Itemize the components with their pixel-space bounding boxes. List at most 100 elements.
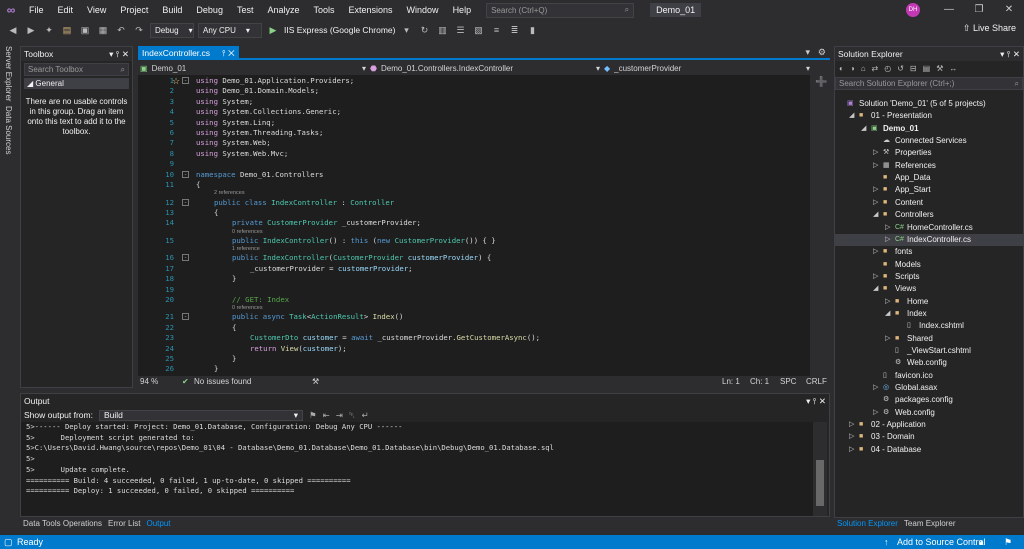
code-cleanup-icon[interactable]: ⚒ [312, 377, 319, 386]
pending-changes-icon[interactable]: ◴ [884, 64, 891, 73]
tree-item[interactable]: ◢ ■ Views [835, 283, 1023, 295]
close-icon[interactable]: ✕ [228, 48, 234, 58]
expanded-arrow-icon[interactable]: ◢ [861, 123, 869, 135]
collapsed-arrow-icon[interactable]: ▷ [873, 147, 881, 159]
chevron-up-icon[interactable]: ▴ [979, 537, 984, 548]
tree-item[interactable]: ◢ ■ 01 - Presentation [835, 110, 1023, 122]
toolbox-group-general[interactable]: ◢ General [24, 78, 129, 89]
tree-item[interactable]: ⚙ Web.config [835, 357, 1023, 369]
split-editor-icon[interactable]: ➕ [815, 77, 827, 88]
maximize-button[interactable]: ❐ [964, 0, 994, 20]
preview-icon[interactable]: ↔ [949, 64, 957, 73]
solution-search-input[interactable]: Search Solution Explorer (Ctrl+;) ⌕ [835, 77, 1023, 90]
pin-icon[interactable]: ⫯ [1007, 49, 1011, 59]
collapsed-arrow-icon[interactable]: ▷ [873, 160, 881, 172]
menu-item-view[interactable]: View [80, 0, 113, 20]
run-icon[interactable]: ▶ [266, 23, 280, 37]
find-message-icon[interactable]: ⚑ [309, 410, 317, 421]
refresh-icon[interactable]: ↻ [417, 23, 431, 37]
tree-item[interactable]: ▷ ■ Scripts [835, 271, 1023, 283]
close-icon[interactable]: ✕ [122, 49, 129, 59]
dropdown-icon[interactable]: ▾ [1000, 49, 1004, 59]
class-dropdown[interactable]: ⬣ Demo_01.Controllers.IndexController ▾ [370, 63, 600, 74]
tree-item[interactable]: ◢ ■ Index [835, 308, 1023, 320]
save-icon[interactable]: ▣ [78, 23, 92, 37]
collapsed-arrow-icon[interactable]: ▷ [885, 333, 893, 345]
new-item-icon[interactable]: ✦ [42, 23, 56, 37]
expanded-arrow-icon[interactable]: ◢ [885, 308, 893, 320]
project-dropdown[interactable]: ▣ Demo_01 ▾ [140, 63, 366, 74]
collapse-all-icon[interactable]: ⊟ [910, 64, 917, 73]
collapsed-arrow-icon[interactable]: ▷ [873, 271, 881, 283]
toolbar-extra-icon[interactable]: ☰ [453, 23, 467, 37]
uncomment-icon[interactable]: ≣ [507, 23, 521, 37]
menu-item-window[interactable]: Window [400, 0, 446, 20]
next-message-icon[interactable]: ⇥ [336, 410, 343, 421]
properties-wrench-icon[interactable]: ⚒ [936, 64, 943, 73]
server-explorer-tab[interactable]: Server Explorer [4, 46, 13, 102]
search-input[interactable]: Search (Ctrl+Q) ⌕ [486, 2, 635, 18]
output-scrollbar[interactable] [813, 422, 827, 516]
collapsed-arrow-icon[interactable]: ▷ [885, 222, 893, 234]
menu-item-test[interactable]: Test [230, 0, 261, 20]
run-target-button[interactable]: IIS Express (Google Chrome) [284, 25, 395, 35]
redo-icon[interactable]: ↷ [132, 23, 146, 37]
tree-item[interactable]: ▷ ■ Shared [835, 333, 1023, 345]
switch-views-icon[interactable]: ⇄ [872, 64, 879, 73]
tree-item[interactable]: ▷ ■ Content [835, 197, 1023, 209]
tree-item[interactable]: ☁ Connected Services [835, 135, 1023, 147]
close-icon[interactable]: ✕ [819, 396, 826, 406]
live-share-button[interactable]: ⇧ Live Share [963, 23, 1016, 34]
tab-solution-explorer[interactable]: Solution Explorer [834, 517, 901, 530]
pin-icon[interactable]: ⫯ [222, 48, 226, 58]
tree-item[interactable]: ▷ ■ 03 - Domain [835, 431, 1023, 443]
tree-item[interactable]: ▯ Index.cshtml [835, 320, 1023, 332]
tree-item[interactable]: ▯ _ViewStart.cshtml [835, 345, 1023, 357]
chevron-down-icon[interactable]: ▾ [399, 23, 413, 37]
tree-item[interactable]: ■ App_Data [835, 172, 1023, 184]
issues-status[interactable]: No issues found [194, 377, 251, 386]
undo-icon[interactable]: ↶ [114, 23, 128, 37]
collapsed-arrow-icon[interactable]: ▷ [873, 197, 881, 209]
dropdown-icon[interactable]: ▾ [109, 49, 113, 59]
collapsed-arrow-icon[interactable]: ▷ [849, 444, 857, 456]
avatar[interactable]: DH [906, 3, 920, 17]
menu-item-file[interactable]: File [22, 0, 51, 20]
collapsed-arrow-icon[interactable]: ▷ [849, 419, 857, 431]
show-all-files-icon[interactable]: ▤ [923, 64, 931, 73]
bookmark-icon[interactable]: ▮ [525, 23, 539, 37]
tree-item[interactable]: ▷ ⚒ Properties [835, 147, 1023, 159]
menu-item-help[interactable]: Help [446, 0, 479, 20]
toolbar-extra-icon[interactable]: ▧ [471, 23, 485, 37]
expanded-arrow-icon[interactable]: ◢ [849, 110, 857, 122]
pin-icon[interactable]: ⫯ [116, 49, 120, 59]
tree-item[interactable]: ◢ ■ Controllers [835, 209, 1023, 221]
collapsed-arrow-icon[interactable]: ▷ [885, 296, 893, 308]
tab-output[interactable]: Output [143, 517, 173, 530]
open-folder-icon[interactable]: ▤ [60, 23, 74, 37]
collapsed-arrow-icon[interactable]: ▷ [873, 407, 881, 419]
menu-item-extensions[interactable]: Extensions [342, 0, 400, 20]
tab-index-controller[interactable]: IndexController.cs ⫯ ✕ [138, 46, 239, 60]
expanded-arrow-icon[interactable]: ◢ [873, 283, 881, 295]
menu-item-tools[interactable]: Tools [307, 0, 342, 20]
tab-error-list[interactable]: Error List [105, 517, 143, 530]
collapsed-arrow-icon[interactable]: ▷ [873, 246, 881, 258]
save-all-icon[interactable]: ▦ [96, 23, 110, 37]
output-source-dropdown[interactable]: Build ▾ [98, 409, 303, 421]
menu-item-project[interactable]: Project [113, 0, 155, 20]
dropdown-icon[interactable]: ▾ [806, 396, 810, 406]
scroll-thumb[interactable] [816, 460, 824, 506]
configuration-dropdown[interactable]: Debug ▾ [150, 22, 194, 38]
tree-item[interactable]: ⚙ packages.config [835, 394, 1023, 406]
settings-gear-icon[interactable]: ⚙ [818, 47, 826, 58]
collapsed-arrow-icon[interactable]: ▷ [873, 382, 881, 394]
menu-item-build[interactable]: Build [155, 0, 189, 20]
menu-item-edit[interactable]: Edit [51, 0, 81, 20]
menu-item-analyze[interactable]: Analyze [260, 0, 306, 20]
minimize-button[interactable]: — [934, 0, 964, 20]
tree-item[interactable]: ▷ ⚙ Web.config [835, 407, 1023, 419]
add-to-source-control-button[interactable]: Add to Source Control [897, 537, 986, 547]
collapsed-arrow-icon[interactable]: ▷ [849, 431, 857, 443]
tab-dropdown-icon[interactable]: ▾ [805, 47, 810, 58]
